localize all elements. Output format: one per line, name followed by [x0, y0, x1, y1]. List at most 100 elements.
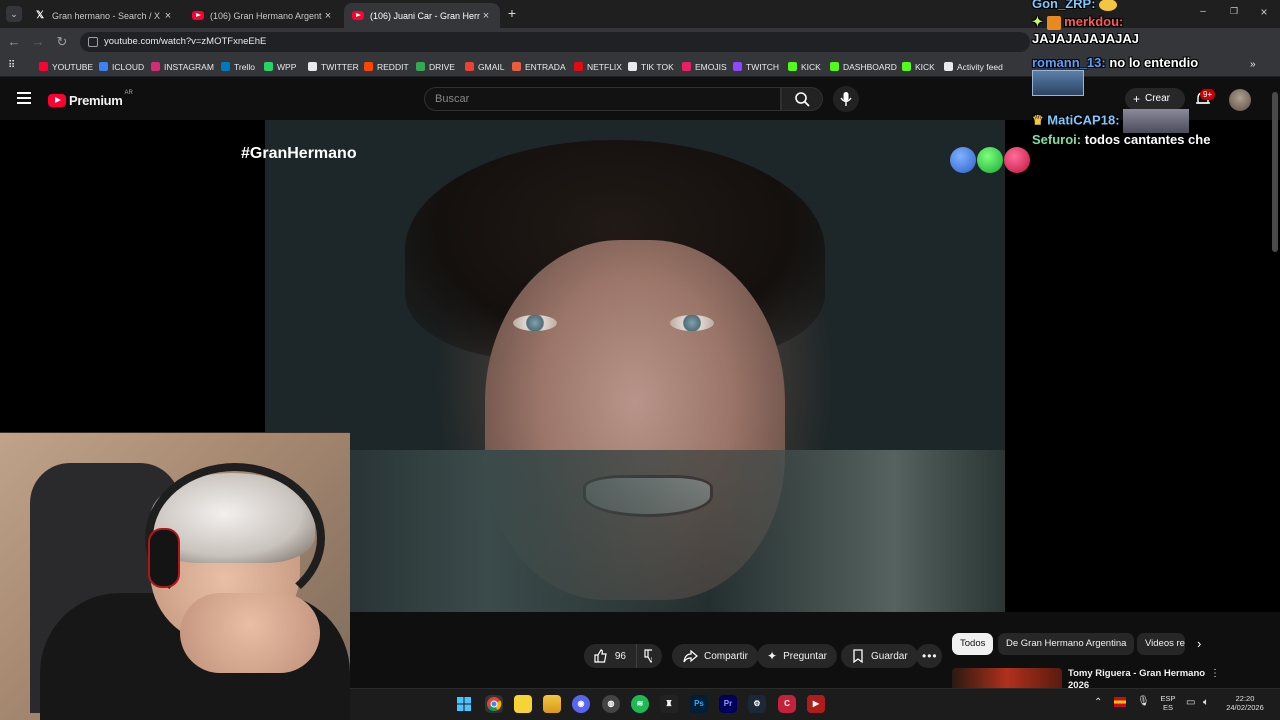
- video-player[interactable]: [265, 120, 1005, 612]
- layout-code: ES: [1162, 703, 1173, 712]
- youtube-icon: [192, 10, 204, 22]
- steam-alt-icon[interactable]: ♜: [660, 695, 678, 713]
- chat-message: Gon_ZRP:: [1032, 0, 1118, 11]
- chat-text: JAJAJAJAJAJAJ: [1032, 31, 1139, 46]
- recommended-video-item[interactable]: Tomy Riguera - Gran Hermano 2026 ⋮: [952, 668, 1220, 688]
- like-button[interactable]: 96: [584, 644, 636, 668]
- sticky-notes-icon[interactable]: [514, 695, 532, 713]
- forward-arrow-icon[interactable]: →: [28, 32, 48, 52]
- save-button[interactable]: Guardar: [841, 644, 918, 668]
- telefe-logo-red-dot: [1004, 147, 1030, 173]
- bookmark-item[interactable]: WPP: [264, 60, 296, 73]
- bookmark-favicon-icon: [364, 62, 373, 71]
- chrome-taskbar-icon[interactable]: [485, 695, 503, 713]
- microphone-tray-icon[interactable]: 🎙︎: [1137, 696, 1150, 707]
- tab-title: (106) Gran Hermano Argentina: [210, 10, 322, 21]
- speaker-icon[interactable]: 🔈︎: [1203, 697, 1209, 708]
- star-badge-icon: ✦: [1032, 14, 1043, 29]
- dislike-button[interactable]: [636, 644, 662, 668]
- chip-related[interactable]: Videos re: [1137, 633, 1185, 655]
- bookmark-item[interactable]: GMAIL: [465, 60, 504, 73]
- bookmark-item[interactable]: Trello: [221, 60, 255, 73]
- bookmark-favicon-icon: [512, 62, 521, 71]
- spotify-icon[interactable]: ≋: [631, 695, 649, 713]
- bookmark-item[interactable]: INSTAGRAM: [151, 60, 214, 73]
- voice-search-button[interactable]: [833, 86, 859, 112]
- file-explorer-icon[interactable]: [543, 695, 561, 713]
- bookmark-label: ENTRADA: [525, 61, 566, 72]
- clock-time: 22:20: [1235, 694, 1255, 703]
- chat-message: Sefuroi: todos cantantes che: [1032, 132, 1210, 147]
- bookmark-item[interactable]: TWITTER: [308, 60, 359, 73]
- chat-username: romann_13:: [1032, 55, 1106, 70]
- tab-search-button[interactable]: ⌄: [6, 6, 22, 22]
- bookmark-favicon-icon: [788, 62, 797, 71]
- search-input[interactable]: Buscar: [424, 87, 781, 111]
- address-bar[interactable]: youtube.com/watch?v=zMOTFxneEhE: [80, 32, 1030, 52]
- new-tab-button[interactable]: +: [504, 5, 520, 21]
- bookmark-item[interactable]: ICLOUD: [99, 60, 144, 73]
- close-tab-icon[interactable]: ×: [480, 10, 492, 22]
- tab-gran-hermano-argentina[interactable]: (106) Gran Hermano Argentina ×: [184, 3, 342, 28]
- bookmark-item[interactable]: NETFLIX: [574, 60, 622, 73]
- webcam-headphone-cup: [148, 528, 180, 588]
- back-arrow-icon[interactable]: ←: [4, 32, 24, 52]
- tray-chevron-up-icon[interactable]: ⌃: [1094, 697, 1102, 708]
- bookmark-item[interactable]: DASHBOARD: [830, 60, 897, 73]
- tab-x-search[interactable]: 𝕏 Gran hermano - Search / X ×: [26, 3, 182, 28]
- chip-all[interactable]: Todos: [952, 633, 994, 655]
- language-indicator[interactable]: ESP ES: [1156, 694, 1180, 712]
- video-hashtag-overlay: #GranHermano: [241, 145, 357, 162]
- ask-button[interactable]: ✦ Preguntar: [757, 644, 837, 668]
- language-code: ESP: [1160, 694, 1176, 703]
- premium-label: Premium: [69, 92, 123, 108]
- bookmark-label: YOUTUBE: [52, 61, 94, 72]
- menu-hamburger-icon[interactable]: [17, 92, 31, 104]
- chat-message: ✦ merkdou:: [1032, 14, 1123, 30]
- bookmark-label: REDDIT: [377, 61, 409, 72]
- display-icon[interactable]: ▭: [1186, 697, 1195, 708]
- capcut-icon[interactable]: C: [778, 695, 796, 713]
- windows-start-icon[interactable]: [455, 695, 473, 713]
- bookmark-item[interactable]: KICK: [902, 60, 935, 73]
- bookmark-item[interactable]: KICK: [788, 60, 821, 73]
- chat-username: Gon_ZRP:: [1032, 0, 1096, 11]
- clock[interactable]: 22:20 24/02/2026: [1220, 694, 1270, 712]
- apps-grid-icon[interactable]: ⠿: [8, 60, 19, 71]
- bookmark-label: INSTAGRAM: [164, 61, 214, 72]
- chips-next-chevron-icon[interactable]: ›: [1197, 636, 1201, 651]
- photoshop-icon[interactable]: Ps: [690, 695, 708, 713]
- bookmark-item[interactable]: TWITCH: [733, 60, 779, 73]
- discord-icon[interactable]: ◉: [572, 695, 590, 713]
- chat-message: romann_13: no lo entendio: [1032, 55, 1198, 70]
- bookmark-favicon-icon: [944, 62, 953, 71]
- bookmark-item[interactable]: YOUTUBE: [39, 60, 93, 73]
- bookmark-item[interactable]: REDDIT: [364, 60, 409, 73]
- tab-juani-car[interactable]: (106) Juani Car - Gran Hermano ×: [344, 3, 500, 28]
- close-tab-icon[interactable]: ×: [322, 10, 334, 22]
- share-button[interactable]: Compartir: [672, 644, 758, 668]
- premiere-icon[interactable]: Pr: [719, 695, 737, 713]
- obs-icon[interactable]: ◍: [602, 695, 620, 713]
- bookmark-item[interactable]: EMOJIS: [682, 60, 727, 73]
- recommended-menu-icon[interactable]: ⋮: [1210, 668, 1220, 679]
- site-info-icon[interactable]: [88, 37, 98, 47]
- media-player-icon[interactable]: ▶: [807, 695, 825, 713]
- bookmark-item[interactable]: TIK TOK: [628, 60, 674, 73]
- steam-icon[interactable]: ⚙: [748, 695, 766, 713]
- search-button[interactable]: [781, 87, 823, 111]
- bookmark-item[interactable]: Activity feed: [944, 60, 1003, 73]
- chat-text: todos cantantes che: [1084, 132, 1211, 147]
- bookmark-item[interactable]: DRIVE: [416, 60, 455, 73]
- ask-label: Preguntar: [783, 650, 827, 662]
- bookmark-item[interactable]: ENTRADA: [512, 60, 566, 73]
- share-label: Compartir: [704, 650, 748, 662]
- video-frame-eye: [513, 315, 557, 331]
- youtube-premium-logo[interactable]: Premium AR: [48, 90, 133, 109]
- reload-icon[interactable]: ↻: [52, 32, 72, 52]
- chip-from-channel[interactable]: De Gran Hermano Argentina: [998, 633, 1135, 655]
- emote-icon: [1099, 0, 1118, 11]
- close-tab-icon[interactable]: ×: [162, 10, 174, 22]
- telefe-logo-blue-dot: [950, 147, 976, 173]
- more-actions-button[interactable]: •••: [916, 644, 942, 668]
